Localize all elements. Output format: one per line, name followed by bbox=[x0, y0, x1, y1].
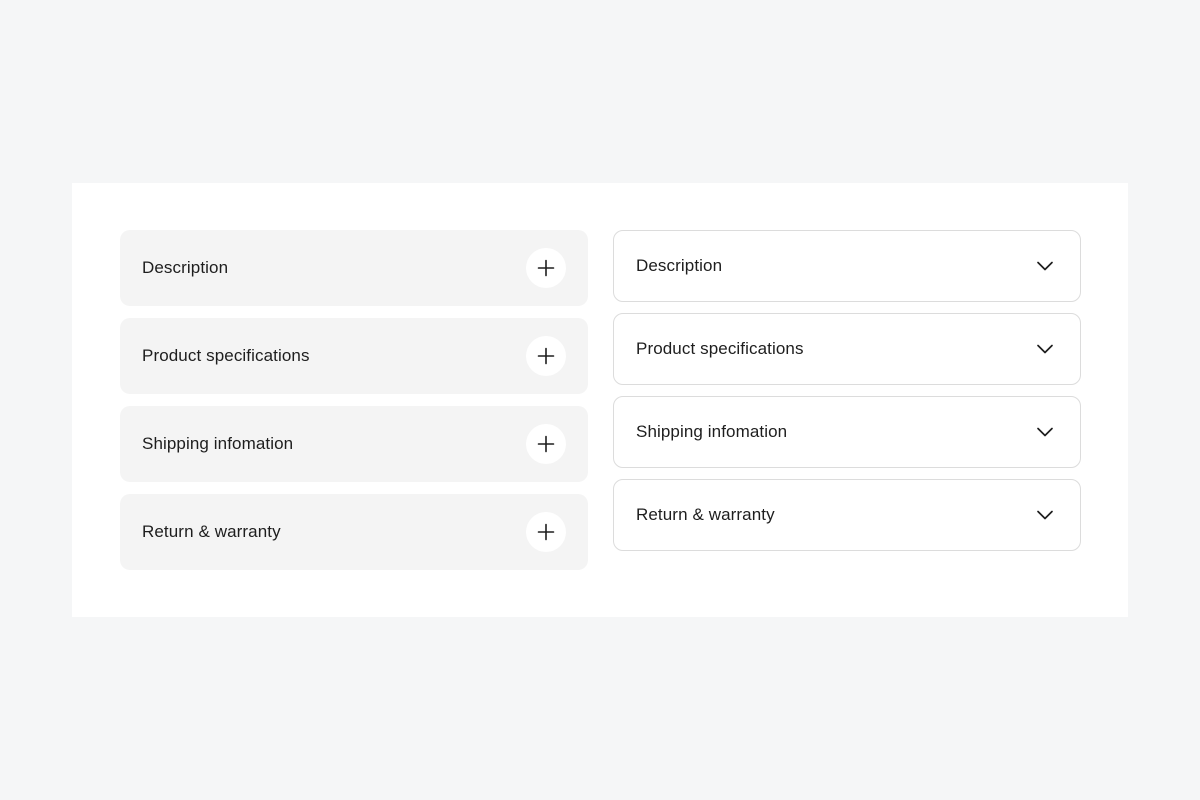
expand-button[interactable] bbox=[1034, 338, 1056, 360]
chevron-down-icon bbox=[1037, 261, 1053, 271]
plus-icon bbox=[537, 347, 555, 365]
expand-button[interactable] bbox=[526, 336, 566, 376]
plus-icon bbox=[537, 259, 555, 277]
chevron-down-icon bbox=[1037, 344, 1053, 354]
expand-button[interactable] bbox=[1034, 421, 1056, 443]
plus-icon bbox=[537, 523, 555, 541]
accordion-item-description[interactable]: Description bbox=[120, 230, 588, 306]
accordion-item-return-warranty[interactable]: Return & warranty bbox=[613, 479, 1081, 551]
accordion-item-label: Description bbox=[636, 256, 723, 275]
accordion-item-return-warranty[interactable]: Return & warranty bbox=[120, 494, 588, 570]
accordion-item-product-specifications[interactable]: Product specifications bbox=[613, 313, 1081, 385]
accordion-item-description[interactable]: Description bbox=[613, 230, 1081, 302]
accordion-item-shipping-information[interactable]: Shipping infomation bbox=[613, 396, 1081, 468]
plus-icon bbox=[537, 435, 555, 453]
accordion-item-label: Return & warranty bbox=[636, 505, 775, 524]
accordion-item-label: Shipping infomation bbox=[636, 422, 788, 441]
expand-button[interactable] bbox=[526, 248, 566, 288]
chevron-down-icon bbox=[1037, 427, 1053, 437]
accordion-item-label: Return & warranty bbox=[142, 522, 281, 541]
accordion-item-label: Description bbox=[142, 258, 229, 277]
accordion-item-shipping-information[interactable]: Shipping infomation bbox=[120, 406, 588, 482]
filled-accordion: Description Product specifications Shipp… bbox=[120, 230, 588, 582]
accordion-item-label: Product specifications bbox=[142, 346, 310, 365]
accordion-item-product-specifications[interactable]: Product specifications bbox=[120, 318, 588, 394]
chevron-down-icon bbox=[1037, 510, 1053, 520]
expand-button[interactable] bbox=[526, 512, 566, 552]
accordion-card: Description Product specifications Shipp… bbox=[72, 183, 1128, 617]
outlined-accordion: Description Product specifications Shipp… bbox=[613, 230, 1081, 562]
expand-button[interactable] bbox=[1034, 504, 1056, 526]
accordion-item-label: Shipping infomation bbox=[142, 434, 294, 453]
expand-button[interactable] bbox=[1034, 255, 1056, 277]
accordion-item-label: Product specifications bbox=[636, 339, 804, 358]
expand-button[interactable] bbox=[526, 424, 566, 464]
